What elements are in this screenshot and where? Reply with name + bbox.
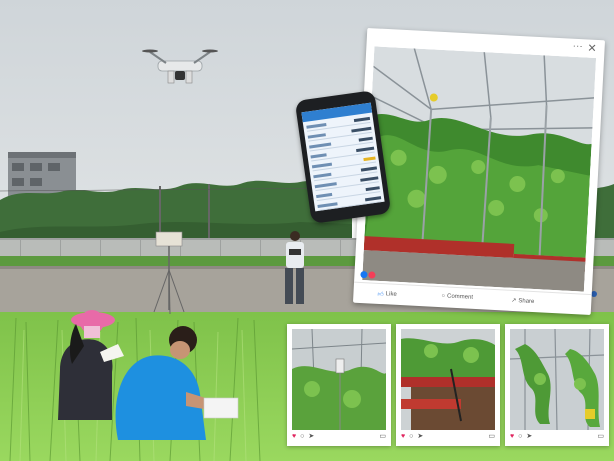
instagram-card-2: ♥ ○ ➤ ▭ — [396, 324, 500, 446]
greenhouse-photo — [362, 46, 597, 292]
greenhouse-image — [362, 46, 597, 292]
bookmark-icon[interactable]: ▭ — [597, 432, 604, 442]
social-media-post: ··· ✕ 👍︎ Like ○ Comment ↗ Share — [352, 27, 606, 316]
card-photo — [401, 329, 495, 430]
share-button[interactable]: ↗ Share — [511, 297, 534, 305]
instagram-card-1: ♥ ○ ➤ ▭ — [287, 324, 391, 446]
instagram-card-3: ♥ ○ ➤ ▭ — [505, 324, 609, 446]
collage: ··· ✕ 👍︎ Like ○ Comment ↗ Share ♥ ○ ➤ ▭ … — [0, 0, 614, 461]
close-icon[interactable]: ✕ — [587, 41, 597, 57]
comment-icon[interactable]: ○ — [409, 432, 413, 442]
comment-label: Comment — [446, 293, 474, 301]
like-button[interactable]: 👍︎ Like — [377, 290, 397, 299]
card-icons: ♥ ○ ➤ ▭ — [510, 432, 604, 442]
greenhouse-vines-image — [510, 329, 604, 430]
share-icon: ↗ — [511, 297, 517, 305]
reaction-icons — [360, 270, 376, 279]
card-photo — [510, 329, 604, 430]
greenhouse-planters-image — [401, 329, 495, 430]
heart-icon[interactable]: ♥ — [510, 432, 514, 442]
card-icons: ♥ ○ ➤ ▭ — [401, 432, 495, 442]
like-icon: 👍︎ — [377, 291, 384, 299]
bookmark-icon[interactable]: ▭ — [488, 432, 495, 442]
comment-button[interactable]: ○ Comment — [441, 293, 473, 301]
bookmark-icon[interactable]: ▭ — [379, 432, 386, 442]
sensor-app-screen — [301, 102, 385, 212]
comment-icon: ○ — [441, 293, 446, 300]
comment-icon[interactable]: ○ — [300, 432, 304, 442]
love-reaction-icon — [368, 271, 376, 279]
like-reaction-icon — [360, 270, 368, 279]
comment-icon[interactable]: ○ — [518, 432, 522, 442]
smartphone — [294, 90, 392, 224]
like-label: Like — [385, 291, 397, 298]
card-icons: ♥ ○ ➤ ▭ — [292, 432, 386, 442]
card-photo — [292, 329, 386, 430]
more-icon[interactable]: ··· — [572, 39, 583, 56]
send-icon[interactable]: ➤ — [308, 432, 314, 442]
heart-icon[interactable]: ♥ — [401, 432, 405, 442]
send-icon[interactable]: ➤ — [526, 432, 532, 442]
share-label: Share — [518, 297, 535, 305]
greenhouse-sensor-image — [292, 329, 386, 430]
send-icon[interactable]: ➤ — [417, 432, 423, 442]
heart-icon[interactable]: ♥ — [292, 432, 296, 442]
